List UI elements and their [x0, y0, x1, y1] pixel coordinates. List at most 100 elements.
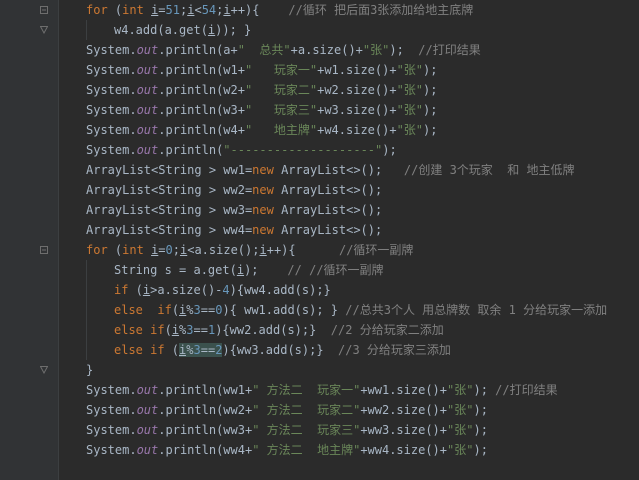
- code-token: (: [171, 303, 180, 317]
- code-token: //循环 把后面3张添加给地主底牌: [288, 3, 474, 17]
- code-line[interactable]: System.out.println(w2+" 玩家二"+w2.size()+"…: [58, 80, 639, 100]
- code-token: "张": [396, 83, 424, 97]
- code-token: .println(a+: [158, 43, 238, 57]
- code-line[interactable]: System.out.println(ww2+" 方法二 玩家二"+ww2.si…: [58, 400, 639, 420]
- code-token: (: [107, 3, 123, 17]
- code-token: new: [252, 203, 274, 217]
- code-token: );: [423, 123, 438, 137]
- code-token: int: [122, 3, 144, 17]
- code-line[interactable]: ArrayList<String > ww1=new ArrayList<>()…: [58, 160, 639, 180]
- code-token: out: [136, 403, 159, 417]
- code-line[interactable]: System.out.println(ww1+" 方法二 玩家一"+ww1.si…: [58, 380, 639, 400]
- code-line[interactable]: System.out.println(a+" 总共"+a.size()+"张")…: [58, 40, 639, 60]
- code-token: (: [164, 343, 180, 357]
- code-token: ArrayList<>();: [273, 183, 383, 197]
- code-token: out: [136, 443, 159, 457]
- code-token: "张": [447, 423, 474, 437]
- code-token: "张": [447, 403, 474, 417]
- code-token: " 地主牌": [244, 123, 318, 137]
- code-token: );: [423, 83, 438, 97]
- code-line[interactable]: for (int i=0;i<a.size();i++){ //循环一副牌: [58, 240, 639, 260]
- code-line[interactable]: System.out.println(w3+" 玩家三"+w3.size()+"…: [58, 100, 639, 120]
- code-token: =: [158, 243, 166, 257]
- code-token: ArrayList<String > ww1=: [86, 163, 253, 177]
- code-token: );: [423, 103, 438, 117]
- fold-marker-icon[interactable]: [40, 6, 48, 14]
- code-token: .println(w3+: [158, 103, 245, 117]
- code-line[interactable]: System.out.println(w1+" 玩家一"+w1.size()+"…: [58, 60, 639, 80]
- code-line[interactable]: System.out.println(w4+" 地主牌"+w4.size()+"…: [58, 120, 639, 140]
- code-token: out: [136, 423, 159, 437]
- code-line[interactable]: else if(i%3==0){ ww1.add(s); } //总共3个人 用…: [58, 300, 639, 320]
- code-token: out: [136, 383, 159, 397]
- code-line[interactable]: }: [58, 360, 639, 380]
- code-token: "张": [396, 63, 424, 77]
- code-token: new: [252, 223, 274, 237]
- code-token: " 玩家一": [244, 63, 318, 77]
- code-line[interactable]: System.out.println(ww4+" 方法二 地主牌"+ww4.si…: [58, 440, 639, 460]
- code-token: .println(ww1+: [158, 383, 253, 397]
- code-token: ){ww3.add(s);}: [222, 343, 339, 357]
- code-token: //2 分给玩家二添加: [330, 323, 444, 337]
- code-token: System.: [86, 123, 137, 137]
- code-token: //总共3个人 用总牌数 取余 1 分给玩家一添加: [345, 303, 608, 317]
- code-area[interactable]: for (int i=51;i<54;i++){ //循环 把后面3张添加给地主…: [58, 0, 639, 480]
- code-editor: for (int i=51;i<54;i++){ //循环 把后面3张添加给地主…: [0, 0, 639, 480]
- code-token: <a.size();: [187, 243, 260, 257]
- code-token: +ww2.size()+: [360, 403, 448, 417]
- code-token: ){ww4.add(s);}: [229, 283, 331, 297]
- code-line[interactable]: if (i>a.size()-4){ww4.add(s);}: [58, 280, 639, 300]
- code-token: +ww3.size()+: [360, 423, 448, 437]
- code-token: (: [107, 243, 123, 257]
- code-token: out: [136, 43, 159, 57]
- code-token: out: [136, 103, 159, 117]
- code-line[interactable]: ArrayList<String > ww4=new ArrayList<>()…: [58, 220, 639, 240]
- fold-marker-icon[interactable]: [40, 246, 48, 254]
- code-token: );: [382, 143, 397, 157]
- code-token: System.: [86, 63, 137, 77]
- code-token: "张": [362, 43, 390, 57]
- code-token: );: [473, 443, 488, 457]
- code-token: 3: [193, 343, 201, 357]
- code-token: w4.add(a.get(: [114, 23, 208, 37]
- code-line[interactable]: System.out.println(ww3+" 方法二 玩家三"+ww3.si…: [58, 420, 639, 440]
- code-token: //打印结果: [418, 43, 481, 57]
- code-token: "张": [447, 443, 474, 457]
- code-line[interactable]: System.out.println("--------------------…: [58, 140, 639, 160]
- code-token: );: [389, 43, 419, 57]
- code-token: new: [252, 163, 274, 177]
- code-token: );: [473, 383, 496, 397]
- code-token: //循环一副牌: [338, 243, 414, 257]
- code-token: out: [136, 83, 159, 97]
- code-token: ArrayList<String > ww4=: [86, 223, 253, 237]
- code-token: .println(ww3+: [158, 423, 253, 437]
- fold-end-icon[interactable]: [40, 366, 48, 374]
- code-line[interactable]: else if(i%3==1){ww2.add(s);} //2 分给玩家二添加: [58, 320, 639, 340]
- code-token: "--------------------": [223, 143, 383, 157]
- code-token: (: [128, 283, 143, 297]
- code-line[interactable]: else if (i%3==2){ww3.add(s);} //3 分给玩家三添…: [58, 340, 639, 360]
- code-token: if: [157, 303, 172, 317]
- code-token: <: [194, 3, 202, 17]
- code-line[interactable]: ArrayList<String > ww2=new ArrayList<>()…: [58, 180, 639, 200]
- fold-end-icon[interactable]: [40, 26, 48, 34]
- code-token: ArrayList<String > ww3=: [86, 203, 253, 217]
- code-token: System.: [86, 403, 137, 417]
- code-token: %: [186, 303, 194, 317]
- code-token: else if: [114, 343, 165, 357]
- code-token: }: [86, 363, 94, 377]
- code-token: " 玩家三": [244, 103, 318, 117]
- code-token: ++){: [266, 243, 339, 257]
- code-token: +w3.size()+: [317, 103, 397, 117]
- code-line[interactable]: w4.add(a.get(i)); }: [58, 20, 639, 40]
- code-token: 51: [165, 3, 180, 17]
- code-token: out: [136, 143, 159, 157]
- code-token: +ww4.size()+: [360, 443, 448, 457]
- code-token: 3: [186, 323, 194, 337]
- code-line[interactable]: String s = a.get(i); // //循环一副牌: [58, 260, 639, 280]
- code-line[interactable]: ArrayList<String > ww3=new ArrayList<>()…: [58, 200, 639, 220]
- code-line[interactable]: for (int i=51;i<54;i++){ //循环 把后面3张添加给地主…: [58, 0, 639, 20]
- code-token: else: [114, 303, 143, 317]
